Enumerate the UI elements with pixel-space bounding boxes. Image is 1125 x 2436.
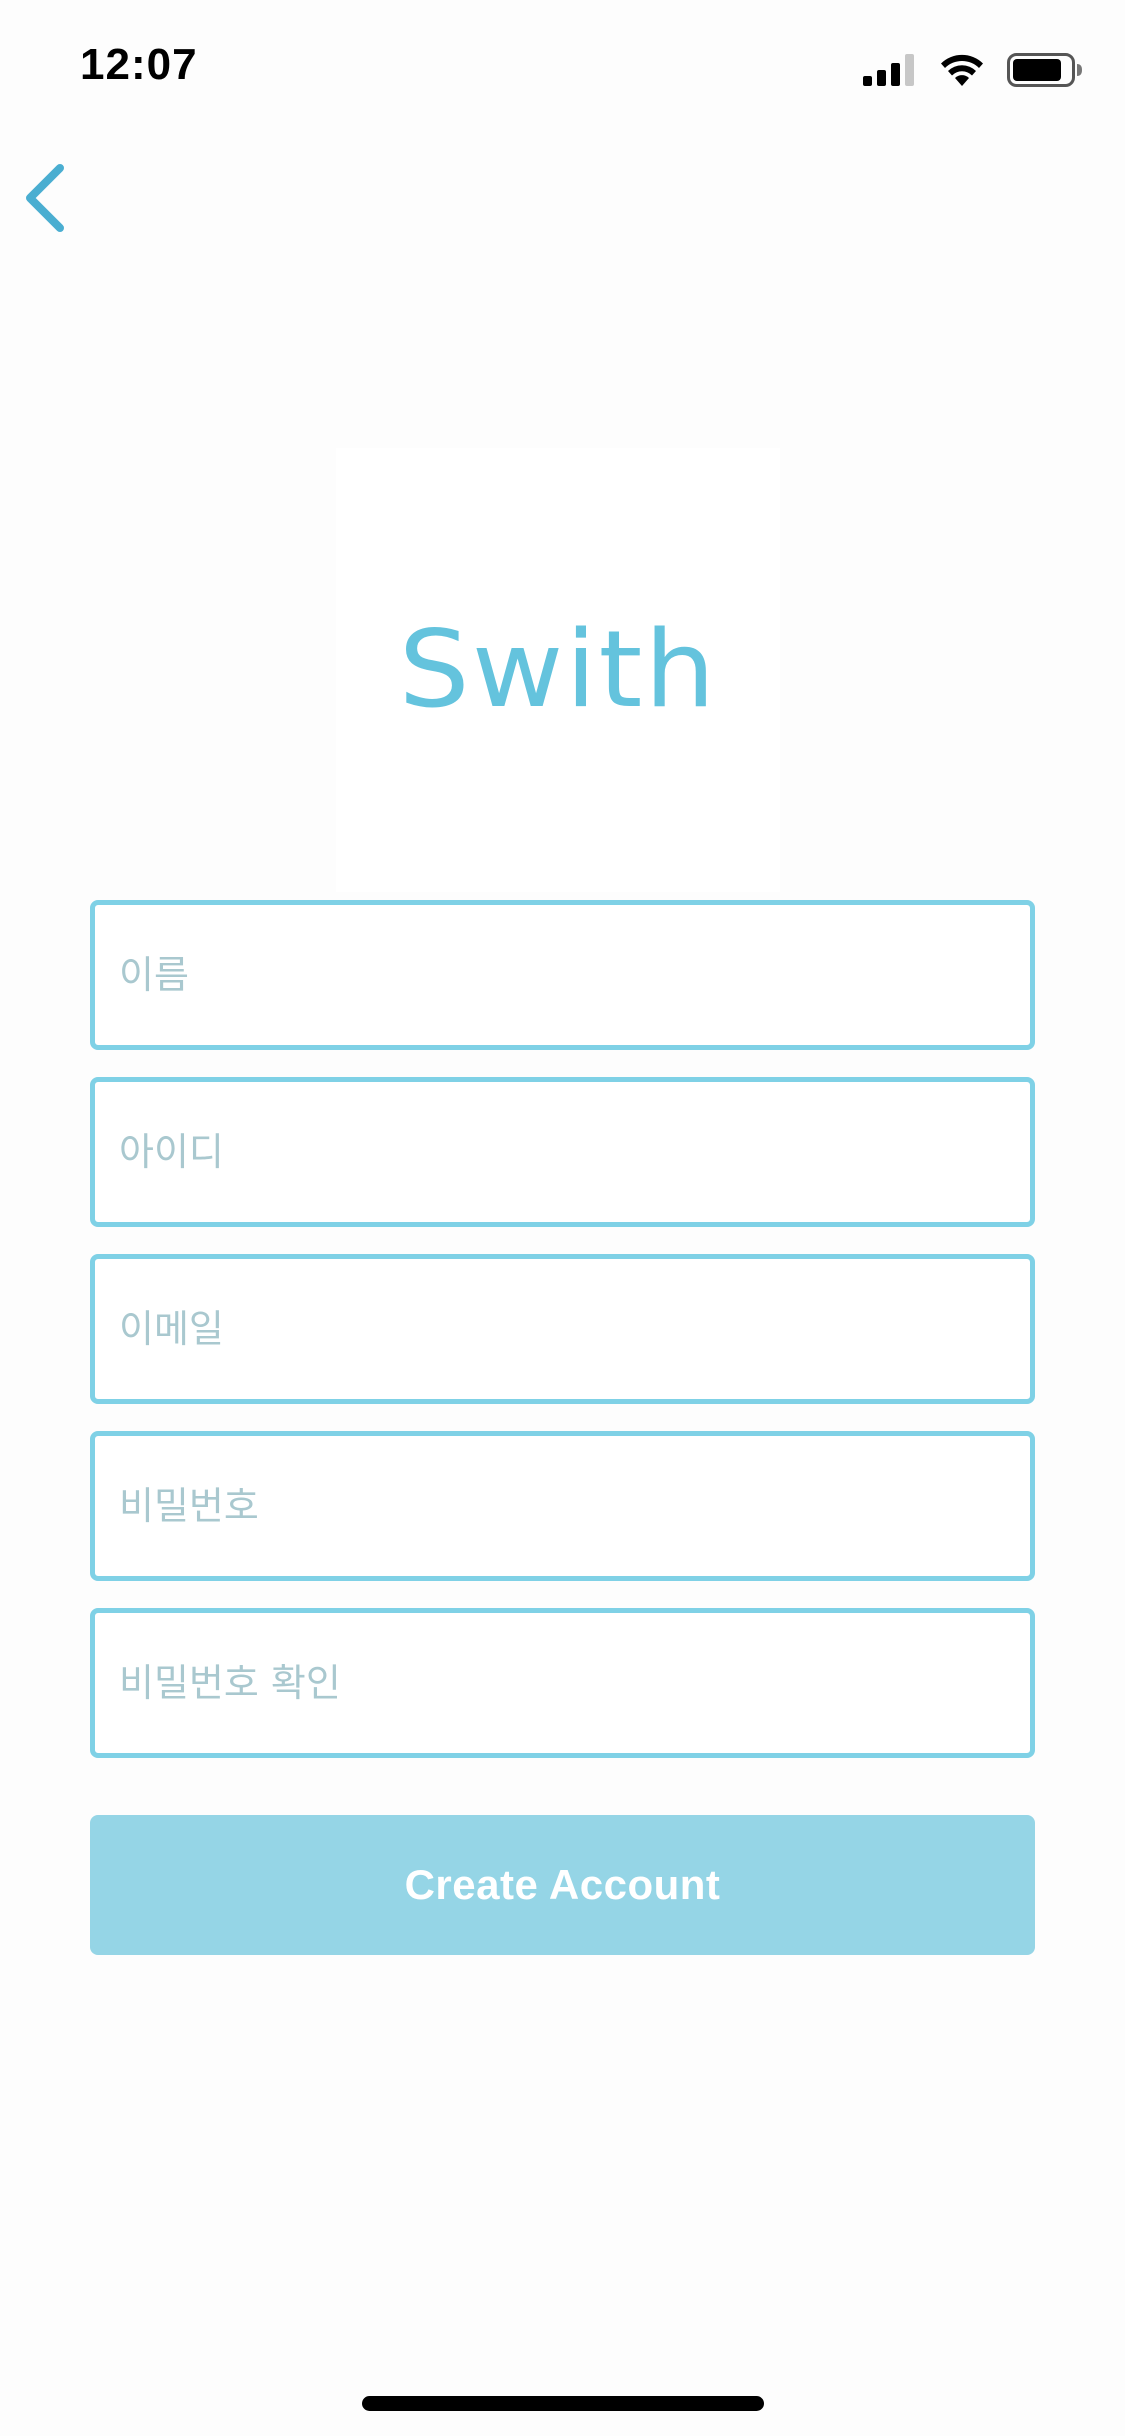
chevron-left-icon [26,164,64,232]
email-field [90,1254,1035,1404]
cellular-signal-icon [863,54,914,86]
battery-icon [1007,53,1082,87]
create-account-button[interactable]: Create Account [90,1815,1035,1955]
signup-form [90,900,1035,1785]
status-time: 12:07 [80,40,198,89]
name-input[interactable] [117,952,1030,998]
password-confirm-field [90,1608,1035,1758]
password-field [90,1431,1035,1581]
home-indicator[interactable] [362,2396,764,2411]
id-field [90,1077,1035,1227]
password-input[interactable] [117,1483,1030,1529]
id-input[interactable] [117,1129,1030,1175]
email-input[interactable] [117,1306,1030,1352]
logo: Swith [336,448,780,892]
status-icons [863,52,1083,88]
status-bar: 12:07 [0,0,1125,132]
wifi-icon [941,54,983,86]
password-confirm-input[interactable] [117,1660,1030,1706]
back-button[interactable] [18,160,78,236]
name-field [90,900,1035,1050]
logo-text: Swith [398,608,718,732]
